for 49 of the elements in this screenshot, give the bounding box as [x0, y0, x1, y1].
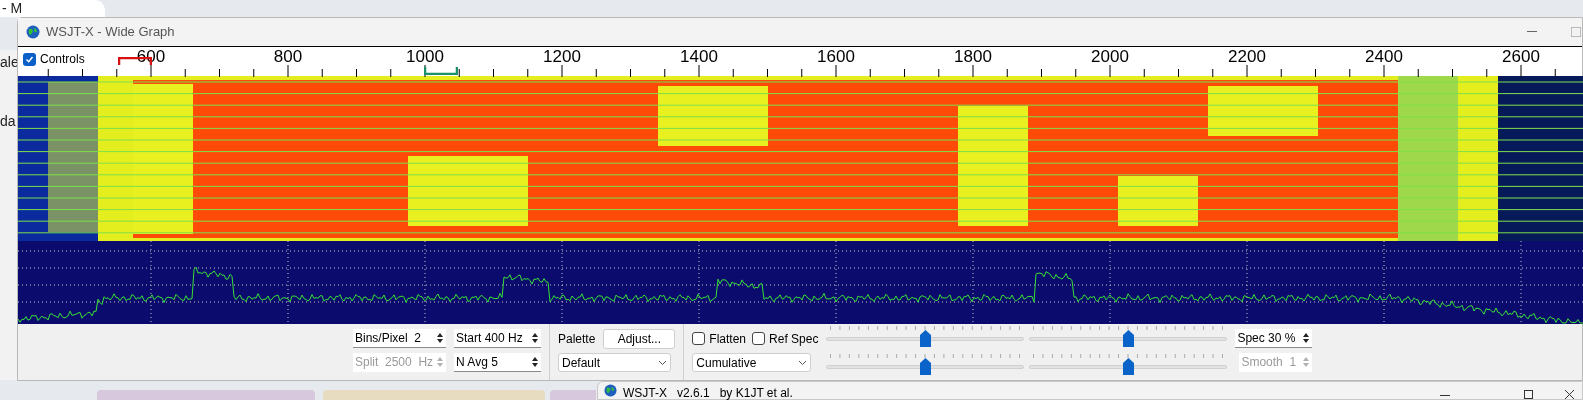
- checkbox[interactable]: [752, 332, 766, 345]
- background-tab[interactable]: - M: [0, 0, 105, 17]
- checkbox[interactable]: [23, 52, 36, 66]
- checkbox-label: Controls: [40, 51, 85, 68]
- background-card: [550, 390, 596, 400]
- adjust-button[interactable]: Adjust...: [603, 328, 676, 349]
- palette-label: Palette: [558, 330, 596, 348]
- dropdown[interactable]: Cumulative: [692, 353, 812, 372]
- spin-arrows-icon[interactable]: [436, 331, 444, 345]
- axis-label: 1000: [406, 48, 444, 65]
- spin-arrows-icon[interactable]: [531, 331, 539, 345]
- maximize-icon[interactable]: [1524, 390, 1533, 399]
- window-title: WSJT-X v2.6.1 by K1JT et al.: [623, 386, 793, 399]
- axis-label: 2600: [1502, 48, 1540, 65]
- slider[interactable]: [1029, 357, 1228, 375]
- chevron-icon: [798, 359, 808, 366]
- spin-arrows-icon[interactable]: [1302, 331, 1311, 345]
- axis-label: 2200: [1228, 48, 1266, 65]
- axis-label: 1200: [543, 48, 581, 65]
- checkmark-icon: [25, 54, 34, 64]
- chevron-icon: [658, 359, 667, 366]
- spin-box[interactable]: Start 400 Hz: [454, 329, 541, 348]
- axis-label: 1400: [680, 48, 718, 65]
- slider[interactable]: [1029, 330, 1228, 347]
- checkbox-label: Ref Spec: [769, 330, 819, 348]
- window-title: WSJT-X - Wide Graph: [46, 23, 175, 42]
- background-text: da: [0, 112, 17, 131]
- globe-icon: [26, 25, 40, 39]
- slider-thumb[interactable]: [1123, 357, 1135, 375]
- axis-label: 1800: [954, 48, 992, 65]
- axis-label: 800: [273, 48, 303, 65]
- axis-label: 2400: [1365, 48, 1403, 65]
- slider-thumb[interactable]: [920, 330, 932, 347]
- spin-box[interactable]: Bins/Pixel 2: [353, 329, 446, 348]
- slider-thumb[interactable]: [920, 357, 932, 375]
- spin-arrows-icon[interactable]: [531, 355, 539, 369]
- slider[interactable]: [826, 330, 1025, 347]
- axis-label: 2000: [1091, 48, 1129, 65]
- close-icon[interactable]: [1565, 390, 1574, 399]
- range-marker-icon: [424, 67, 458, 75]
- checkbox-label: Flatten: [709, 330, 747, 348]
- checkbox[interactable]: [692, 332, 706, 345]
- spin-box[interactable]: N Avg 5: [454, 353, 541, 372]
- spin-box[interactable]: Spec 30 %: [1235, 329, 1313, 348]
- slider[interactable]: [826, 357, 1025, 375]
- axis-label: 1600: [817, 48, 855, 65]
- dropdown[interactable]: Default: [558, 353, 671, 372]
- slider-thumb[interactable]: [1123, 330, 1135, 347]
- globe-icon: [604, 384, 617, 397]
